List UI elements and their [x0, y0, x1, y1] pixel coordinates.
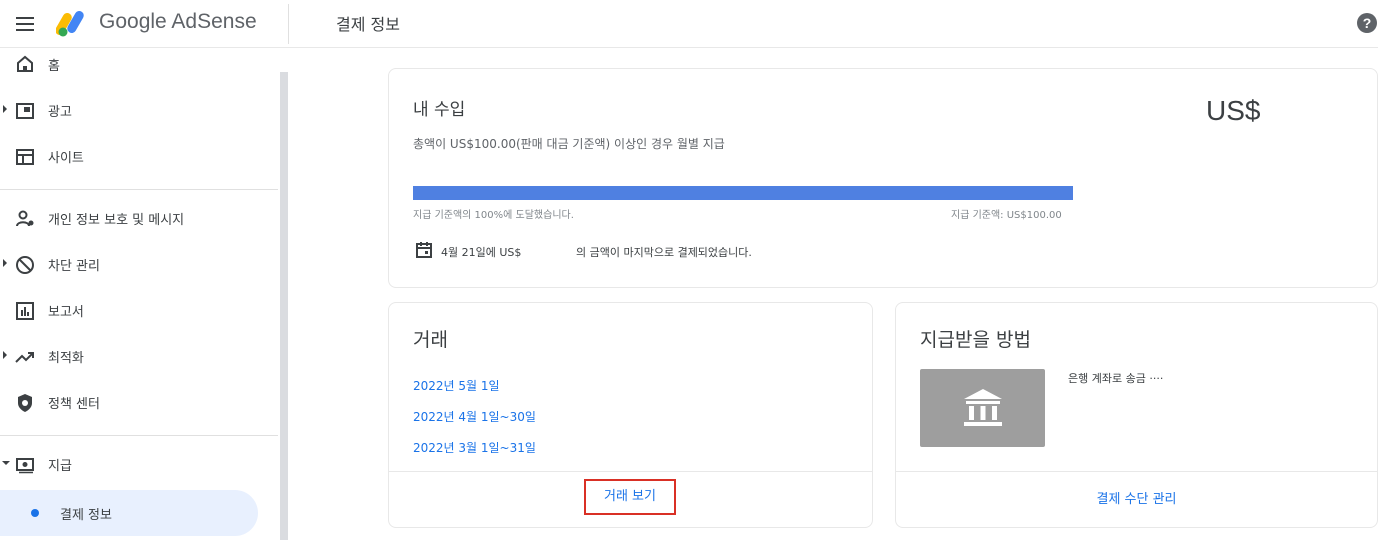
- privacy-icon: [16, 210, 34, 227]
- progress-status-label: 지급 기준액의 100%에 도달했습니다.: [413, 210, 574, 221]
- progress-fill: [413, 186, 1073, 200]
- sidebar: 홈 광고 사이트 개인 정보 보호 및 메시지 차단 관리 보고서 최적화 정책…: [0, 48, 288, 540]
- sidebar-item-block-controls[interactable]: 차단 관리: [0, 246, 278, 282]
- payments-icon: [16, 458, 34, 474]
- last-payment-date: 4월 21일에 US$: [441, 246, 522, 259]
- sidebar-item-home[interactable]: 홈: [0, 48, 278, 84]
- sidebar-item-reports[interactable]: 보고서: [0, 292, 278, 328]
- calendar-icon: [416, 242, 432, 258]
- sidebar-item-privacy[interactable]: 개인 정보 보호 및 메시지: [0, 200, 278, 236]
- view-transactions-button[interactable]: 거래 보기: [584, 479, 676, 515]
- bank-image: [920, 369, 1045, 447]
- payment-method-card: 지급받을 방법 은행 계좌로 송금 ···· 결제 수단 관리: [895, 302, 1378, 528]
- page-title: 결제 정보: [336, 15, 400, 34]
- transaction-link[interactable]: 2022년 3월 1일~31일: [413, 439, 536, 456]
- sidebar-item-label: 개인 정보 보호 및 메시지: [48, 213, 185, 228]
- earnings-title: 내 수입: [413, 100, 466, 120]
- sites-icon: [16, 149, 34, 165]
- card-footer: 결제 수단 관리: [896, 471, 1377, 527]
- sidebar-item-label: 정책 센터: [48, 397, 100, 412]
- payment-threshold-label: 지급 기준액: US$100.00: [951, 210, 1062, 221]
- sidebar-item-label: 홈: [48, 59, 60, 74]
- sidebar-item-label: 보고서: [48, 305, 84, 320]
- sidebar-subitem-payment-info[interactable]: 결제 정보: [0, 490, 258, 536]
- sidebar-item-policy-center[interactable]: 정책 센터: [0, 384, 278, 420]
- active-dot-icon: [31, 509, 39, 517]
- header-divider: [288, 4, 289, 44]
- transactions-card: 거래 2022년 5월 1일 2022년 4월 1일~30일 2022년 3월 …: [388, 302, 873, 528]
- brand-name: Google AdSense: [99, 10, 257, 33]
- last-payment-text: 의 금액이 마지막으로 결제되었습니다.: [576, 246, 752, 259]
- help-icon[interactable]: ?: [1357, 13, 1377, 33]
- sidebar-item-sites[interactable]: 사이트: [0, 138, 278, 174]
- expand-arrow-icon: [3, 259, 7, 267]
- reports-icon: [16, 302, 34, 320]
- card-footer: 거래 보기: [389, 471, 872, 527]
- earnings-description: 총액이 US$100.00(판매 대금 기준액) 이상인 경우 월별 지급: [413, 137, 725, 151]
- top-app-bar: Google AdSense 결제 정보 ?: [0, 0, 1378, 48]
- sidebar-divider: [0, 435, 278, 436]
- sidebar-item-ads[interactable]: 광고: [0, 92, 278, 128]
- earnings-card: 내 수입 US$ 총액이 US$100.00(판매 대금 기준액) 이상인 경우…: [388, 68, 1378, 288]
- transactions-title: 거래: [413, 329, 448, 351]
- sidebar-item-label: 최적화: [48, 351, 84, 366]
- earnings-amount: US$: [1206, 95, 1261, 126]
- hamburger-menu-icon[interactable]: [14, 14, 36, 32]
- optimize-icon: [15, 352, 34, 363]
- manage-payment-methods-button[interactable]: 결제 수단 관리: [896, 488, 1377, 507]
- payment-threshold-progress: [413, 186, 1073, 200]
- bank-transfer-label: 은행 계좌로 송금 ····: [1068, 372, 1164, 385]
- sidebar-item-label: 사이트: [48, 151, 84, 166]
- adsense-logo: [56, 11, 84, 37]
- transaction-link[interactable]: 2022년 5월 1일: [413, 377, 500, 394]
- sidebar-divider: [0, 189, 278, 190]
- expand-arrow-icon: [3, 351, 7, 359]
- bank-icon: [964, 389, 1002, 426]
- block-icon: [16, 256, 34, 274]
- home-icon: [17, 55, 33, 72]
- sidebar-item-label: 광고: [48, 105, 72, 120]
- sidebar-scrollbar[interactable]: [280, 72, 288, 540]
- sidebar-subitem-label: 결제 정보: [60, 508, 112, 523]
- sidebar-item-label: 차단 관리: [48, 259, 100, 274]
- collapse-arrow-icon: [2, 461, 10, 465]
- expand-arrow-icon: [3, 105, 7, 113]
- sidebar-item-payments[interactable]: 지급: [0, 446, 278, 482]
- ads-icon: [16, 103, 34, 119]
- sidebar-item-optimization[interactable]: 최적화: [0, 338, 278, 374]
- sidebar-item-label: 지급: [48, 459, 72, 474]
- transaction-link[interactable]: 2022년 4월 1일~30일: [413, 408, 536, 425]
- policy-icon: [18, 394, 32, 412]
- payment-method-title: 지급받을 방법: [920, 329, 1031, 351]
